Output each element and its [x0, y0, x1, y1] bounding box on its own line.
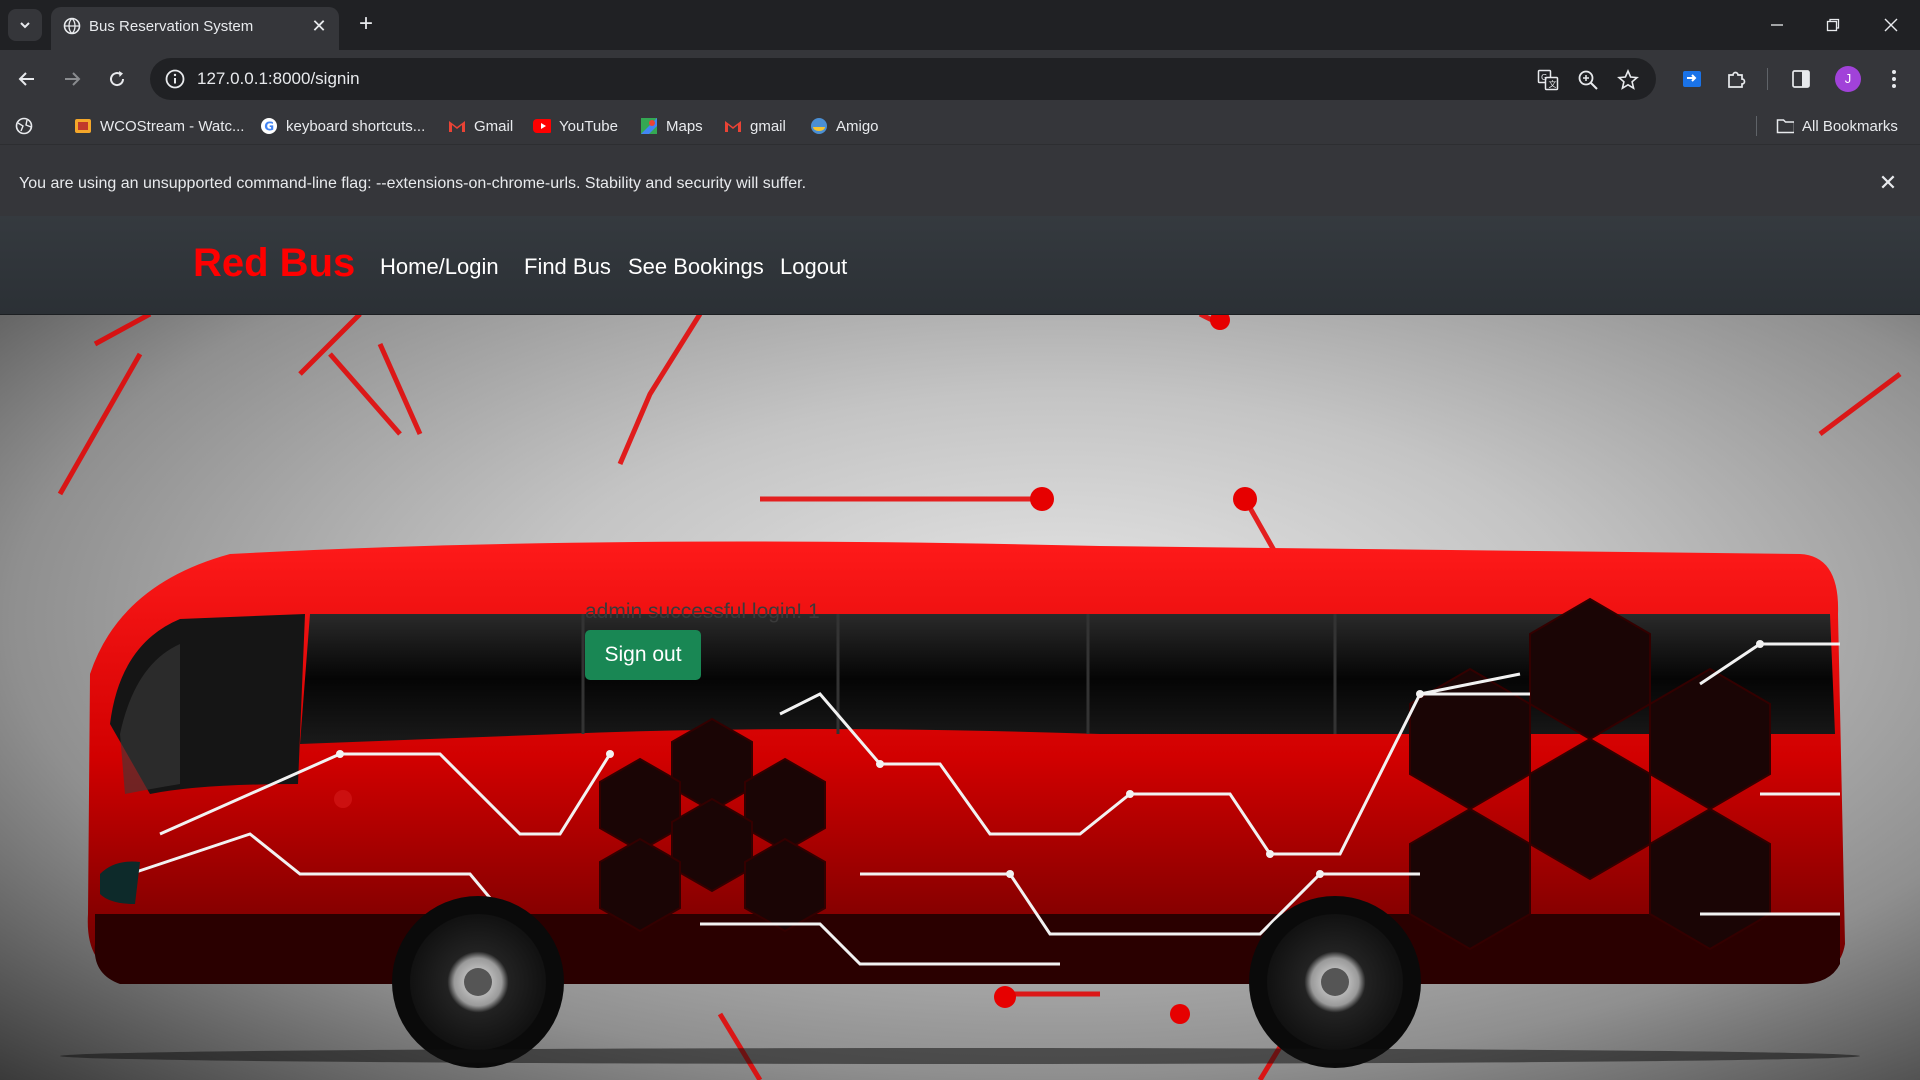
cast-extension-icon[interactable]: [1679, 66, 1705, 92]
minimize-button[interactable]: [1764, 12, 1790, 38]
forward-button[interactable]: [57, 64, 87, 94]
zoom-icon[interactable]: [1576, 68, 1600, 92]
restore-icon: [1826, 18, 1840, 32]
all-bookmarks-button[interactable]: All Bookmarks: [1776, 116, 1898, 136]
bookmarks-bar: WCOStream - Watc... G keyboard shortcuts…: [0, 108, 1920, 144]
extensions-puzzle-icon[interactable]: [1723, 66, 1749, 92]
site-navbar: Red Bus Home/Login Find Bus See Bookings…: [0, 216, 1920, 314]
wcostream-icon: [74, 117, 92, 135]
bookmark-item[interactable]: Gmail: [448, 116, 513, 136]
close-icon: [1884, 18, 1898, 32]
bookmark-label: Amigo: [836, 117, 879, 135]
bookmark-item[interactable]: G keyboard shortcuts...: [260, 116, 425, 136]
globe-icon: [15, 117, 33, 135]
arrow-right-icon: [65, 72, 81, 86]
browser-toolbar: 127.0.0.1:8000/signin G文 J: [0, 50, 1920, 108]
profile-avatar[interactable]: J: [1835, 66, 1861, 92]
gmail-icon: [448, 117, 466, 135]
chevron-down-icon: [20, 22, 30, 29]
warning-infobar: You are using an unsupported command-lin…: [0, 144, 1920, 216]
bookmark-label: Gmail: [474, 117, 514, 135]
nav-see-bookings[interactable]: See Bookings: [628, 254, 764, 280]
translate-icon[interactable]: G文: [1536, 68, 1560, 92]
tab-close-icon[interactable]: ✕: [309, 16, 329, 36]
gmail-icon: [724, 117, 742, 135]
address-bar[interactable]: 127.0.0.1:8000/signin G文: [150, 58, 1656, 100]
site-info-icon[interactable]: [164, 68, 186, 90]
reload-icon: [110, 71, 125, 87]
toolbar-divider: [1767, 68, 1768, 90]
nav-logout[interactable]: Logout: [780, 254, 847, 280]
bookmark-item[interactable]: Maps: [640, 116, 703, 136]
tab-search-button[interactable]: [8, 9, 42, 41]
back-button[interactable]: [12, 64, 42, 94]
bookmark-label: Maps: [666, 117, 703, 135]
bookmark-label: WCOStream - Watc...: [100, 117, 245, 135]
folder-icon: [1776, 117, 1794, 135]
close-window-button[interactable]: [1878, 12, 1904, 38]
svg-text:文: 文: [1549, 79, 1557, 89]
reload-button[interactable]: [102, 64, 132, 94]
youtube-icon: [533, 117, 551, 135]
svg-text:G: G: [264, 120, 274, 134]
hero-background: [0, 314, 1920, 1080]
nav-find-bus[interactable]: Find Bus: [524, 254, 611, 280]
bookmark-star-icon[interactable]: [1616, 68, 1640, 92]
bookmark-item[interactable]: WCOStream - Watc...: [74, 116, 244, 136]
all-bookmarks-label: All Bookmarks: [1802, 117, 1898, 135]
more-menu-icon[interactable]: [1881, 66, 1907, 92]
restore-button[interactable]: [1820, 12, 1846, 38]
bookmark-label: gmail: [750, 117, 786, 135]
browser-tab[interactable]: Bus Reservation System ✕: [51, 7, 339, 50]
bookmark-item[interactable]: YouTube: [533, 116, 618, 136]
browser-tabstrip: Bus Reservation System ✕ +: [0, 0, 1920, 50]
brand-logo[interactable]: Red Bus: [193, 241, 355, 286]
bookmark-item[interactable]: gmail: [724, 116, 786, 136]
sign-out-button[interactable]: Sign out: [585, 630, 701, 680]
bookmark-label: YouTube: [559, 117, 618, 135]
google-icon: G: [260, 117, 278, 135]
bookmark-label: keyboard shortcuts...: [286, 117, 426, 135]
tab-title: Bus Reservation System: [89, 18, 254, 35]
bookmarks-separator: [1756, 116, 1757, 136]
infobar-text: You are using an unsupported command-lin…: [19, 175, 807, 192]
maps-icon: [640, 117, 658, 135]
address-url: 127.0.0.1:8000/signin: [197, 69, 360, 88]
page-viewport: Red Bus Home/Login Find Bus See Bookings…: [0, 216, 1920, 1080]
minimize-icon: [1771, 24, 1783, 26]
login-status-message: admin successful login! 1: [585, 600, 820, 623]
bus-illustration: [57, 314, 1902, 1080]
new-tab-button[interactable]: +: [352, 10, 380, 38]
bookmark-apps[interactable]: [15, 116, 33, 136]
svg-text:G: G: [1541, 73, 1547, 82]
arrow-left-icon: [18, 72, 34, 86]
globe-icon: [63, 17, 81, 35]
bookmark-item[interactable]: Amigo: [810, 116, 879, 136]
infobar-close-icon[interactable]: ✕: [1876, 171, 1900, 195]
amigo-icon: [810, 117, 828, 135]
side-panel-icon[interactable]: [1788, 66, 1814, 92]
nav-home-login[interactable]: Home/Login: [380, 254, 499, 280]
